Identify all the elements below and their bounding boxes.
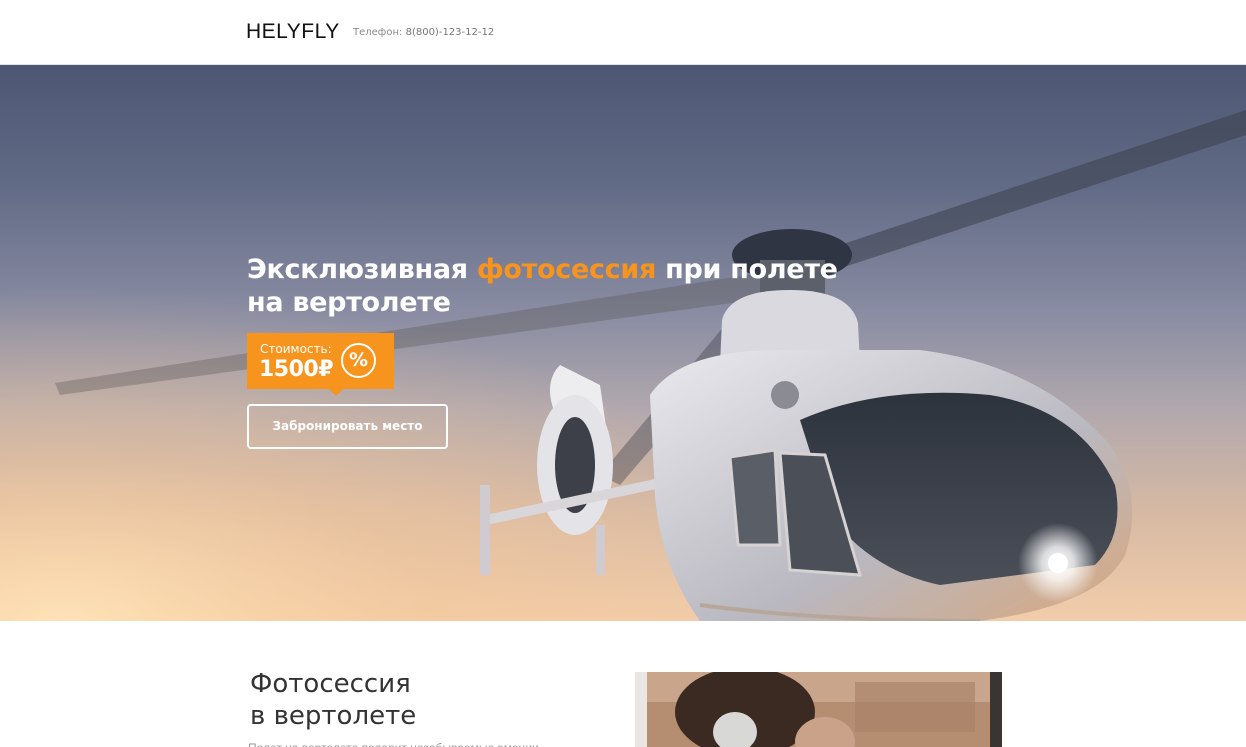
hero-title-part2: при полете xyxy=(656,254,838,285)
logo[interactable]: HELYFLY xyxy=(246,20,340,44)
price-value: 1500₽ xyxy=(259,357,334,382)
couple-photo xyxy=(635,672,1002,747)
hero-title: Эксклюзивная фотосессия при полете на ве… xyxy=(247,253,847,319)
hero-title-part1: Эксклюзивная xyxy=(247,254,477,285)
book-seat-button[interactable]: Забронировать место xyxy=(247,404,448,449)
section-text: Полет на вертолете подарит незабываемые … xyxy=(248,740,568,747)
price-box: Стоимость: 1500₽ % xyxy=(247,333,394,396)
phone-number[interactable]: 8(800)-123-12-12 xyxy=(406,27,495,38)
hero-title-accent: фотосессия xyxy=(476,254,657,285)
section-title: Фотосессия в вертолете xyxy=(250,668,416,732)
section-title-line1: Фотосессия xyxy=(250,669,411,699)
site-header: HELYFLY Телефон: 8(800)-123-12-12 xyxy=(0,0,1246,65)
phone-label: Телефон: xyxy=(353,27,403,38)
percent-icon: % xyxy=(341,343,376,378)
hero-banner: Эксклюзивная фотосессия при полете на ве… xyxy=(0,65,1246,621)
phone-info: Телефон: 8(800)-123-12-12 xyxy=(353,27,494,38)
hero-title-line2: на вертолете xyxy=(247,287,451,318)
section-title-line2: в вертолете xyxy=(250,701,417,731)
price-label: Стоимость: xyxy=(260,342,332,356)
helicopter-image xyxy=(0,65,1246,621)
